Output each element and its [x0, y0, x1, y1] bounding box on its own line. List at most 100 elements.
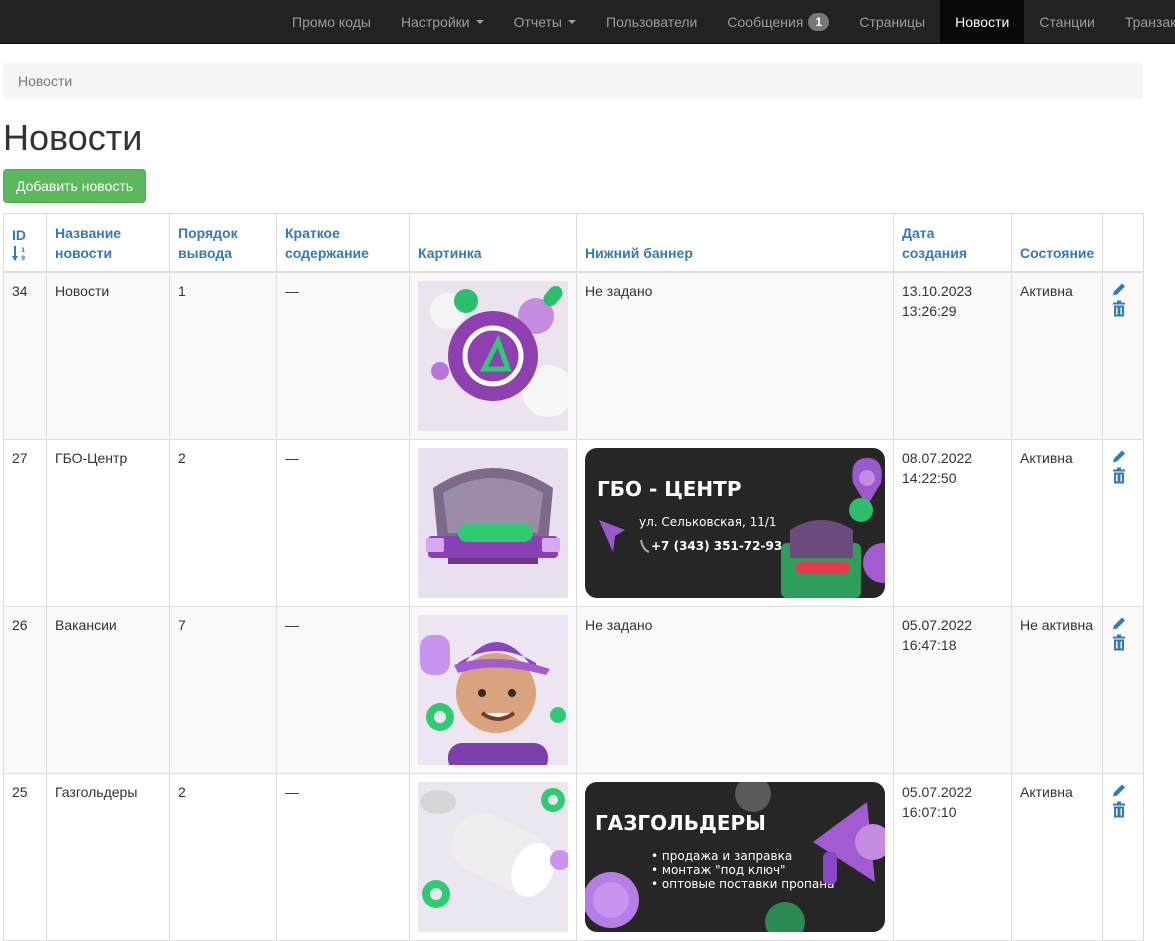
cell-id: 34: [3, 271, 47, 440]
cell-summary: —: [276, 438, 410, 607]
banner-bullet-3: • оптовые поставки пропана: [651, 877, 834, 891]
cell-banner: Не задано: [576, 271, 894, 440]
cell-order: 2: [169, 438, 277, 607]
nav-item-transactions[interactable]: Транзакции: [1110, 0, 1175, 43]
cell-name: ГБО-Центр: [46, 438, 170, 607]
cell-image: [409, 271, 577, 440]
nav-item-label: Отчеты: [513, 13, 562, 30]
sort-link-id[interactable]: ID: [12, 227, 26, 243]
cell-banner: ГБО - ЦЕНТР ул. Сельковская, 11/1 +7 (34…: [576, 438, 894, 607]
sort-link-created[interactable]: Дата создания: [902, 225, 967, 261]
table-row: 26 Вакансии 7 — Не задано 05.07.2022 16:…: [3, 605, 1144, 774]
pencil-icon[interactable]: [1111, 782, 1127, 799]
top-navbar: Промо коды Настройки Отчеты Пользователи…: [0, 0, 1175, 44]
cell-status: Активна: [1011, 772, 1103, 941]
created-date: 05.07.2022: [902, 616, 973, 633]
banner-title: ГБО - ЦЕНТР: [597, 477, 741, 501]
table-row: 27 ГБО-Центр 2 — ГБО - ЦЕНТР ул. Сельков…: [3, 438, 1144, 607]
cell-actions: [1102, 772, 1144, 941]
created-time: 16:47:18: [902, 636, 957, 653]
nav-item-promo-codes[interactable]: Промо коды: [277, 0, 386, 43]
trash-icon[interactable]: [1111, 634, 1127, 651]
cell-actions: [1102, 271, 1144, 440]
banner-title: ГАЗГОЛЬДЕРЫ: [595, 811, 766, 835]
cell-summary: —: [276, 605, 410, 774]
created-date: 13.10.2023: [902, 282, 973, 299]
cell-created: 08.07.2022 14:22:50: [893, 438, 1012, 607]
banner-gbo-center: ГБО - ЦЕНТР ул. Сельковская, 11/1 +7 (34…: [585, 447, 885, 598]
cell-id: 26: [3, 605, 47, 774]
caret-down-icon: [475, 19, 484, 24]
banner-bullet-1: • продажа и заправка: [651, 849, 792, 863]
nav-item-label: Пользователи: [606, 13, 698, 30]
news-thumbnail-worker-avatar: [418, 614, 568, 765]
created-time: 14:22:50: [902, 469, 957, 486]
cell-name: Новости: [46, 271, 170, 440]
nav-item-label: Страницы: [859, 13, 926, 30]
trash-icon[interactable]: [1111, 300, 1127, 317]
add-news-button[interactable]: Добавить новость: [3, 169, 146, 203]
nav-item-label: Транзакции: [1124, 13, 1175, 30]
column-header-created[interactable]: Дата создания: [893, 213, 1012, 273]
nav-item-messages[interactable]: Сообщения 1: [712, 0, 844, 43]
sort-link-name[interactable]: Название новости: [55, 225, 121, 261]
created-date: 05.07.2022: [902, 783, 973, 800]
news-thumbnail-logo-sphere: [418, 280, 568, 431]
cell-name: Вакансии: [46, 605, 170, 774]
cell-status: Активна: [1011, 271, 1103, 440]
nav-item-label: Сообщения: [727, 13, 804, 30]
banner-bullet-2: • монтаж "под ключ": [651, 863, 786, 877]
cell-created: 05.07.2022 16:47:18: [893, 605, 1012, 774]
column-header-name[interactable]: Название новости: [46, 213, 170, 273]
trash-icon[interactable]: [1111, 467, 1127, 484]
cell-order: 7: [169, 605, 277, 774]
column-header-summary[interactable]: Краткое содержание: [276, 213, 410, 273]
banner-gas-holders: ГАЗГОЛЬДЕРЫ • продажа и заправка • монта…: [585, 781, 885, 932]
column-header-order[interactable]: Порядок вывода: [169, 213, 277, 273]
sort-link-order[interactable]: Порядок вывода: [178, 225, 238, 261]
nav-menu: Промо коды Настройки Отчеты Пользователи…: [277, 0, 1175, 43]
cell-summary: —: [276, 772, 410, 941]
nav-item-news[interactable]: Новости: [940, 0, 1025, 43]
svg-text:9: 9: [21, 255, 25, 262]
column-header-image[interactable]: Картинка: [409, 213, 577, 273]
cell-image: [409, 438, 577, 607]
banner-phone: +7 (343) 351-72-93: [651, 539, 782, 553]
table-row: 34 Новости 1 — Не задано 13.10.2023 13:2…: [3, 271, 1144, 440]
trash-icon[interactable]: [1111, 801, 1127, 818]
cell-id: 27: [3, 438, 47, 607]
nav-item-pages[interactable]: Страницы: [844, 0, 940, 43]
cell-image: [409, 772, 577, 941]
messages-count-badge: 1: [808, 12, 830, 31]
nav-item-reports[interactable]: Отчеты: [499, 0, 591, 43]
page-title: Новости: [3, 117, 143, 158]
cell-name: Газгольдеры: [46, 772, 170, 941]
news-thumbnail-car-trunk: [418, 447, 568, 598]
cell-order: 1: [169, 271, 277, 440]
column-header-status[interactable]: Состояние: [1011, 213, 1103, 273]
nav-item-settings[interactable]: Настройки: [386, 0, 499, 43]
nav-item-stations[interactable]: Станции: [1024, 0, 1110, 43]
sort-numeric-asc-icon: 1 9: [12, 245, 25, 262]
sort-link-status[interactable]: Состояние: [1020, 245, 1094, 261]
sort-link-banner[interactable]: Нижний баннер: [585, 245, 693, 261]
cell-banner: Не задано: [576, 605, 894, 774]
cell-order: 2: [169, 772, 277, 941]
pencil-icon[interactable]: [1111, 281, 1127, 298]
column-header-banner[interactable]: Нижний баннер: [576, 213, 894, 273]
breadcrumb: Новости: [3, 63, 1143, 99]
pencil-icon[interactable]: [1111, 615, 1127, 632]
nav-item-label: Новости: [955, 13, 1010, 30]
nav-item-users[interactable]: Пользователи: [591, 0, 712, 43]
nav-item-label: Настройки: [400, 13, 470, 30]
column-header-id[interactable]: ID 1 9: [3, 213, 47, 273]
caret-down-icon: [568, 19, 576, 24]
sort-link-summary[interactable]: Краткое содержание: [285, 225, 369, 261]
cell-image: [409, 605, 577, 774]
sort-link-image[interactable]: Картинка: [418, 245, 482, 261]
pencil-icon[interactable]: [1111, 448, 1127, 465]
cell-status: Не активна: [1011, 605, 1103, 774]
table-row: 25 Газгольдеры 2 — ГАЗГОЛЬДЕРЫ • продажа…: [3, 772, 1144, 941]
cell-summary: —: [276, 271, 410, 440]
created-date: 08.07.2022: [902, 449, 973, 466]
